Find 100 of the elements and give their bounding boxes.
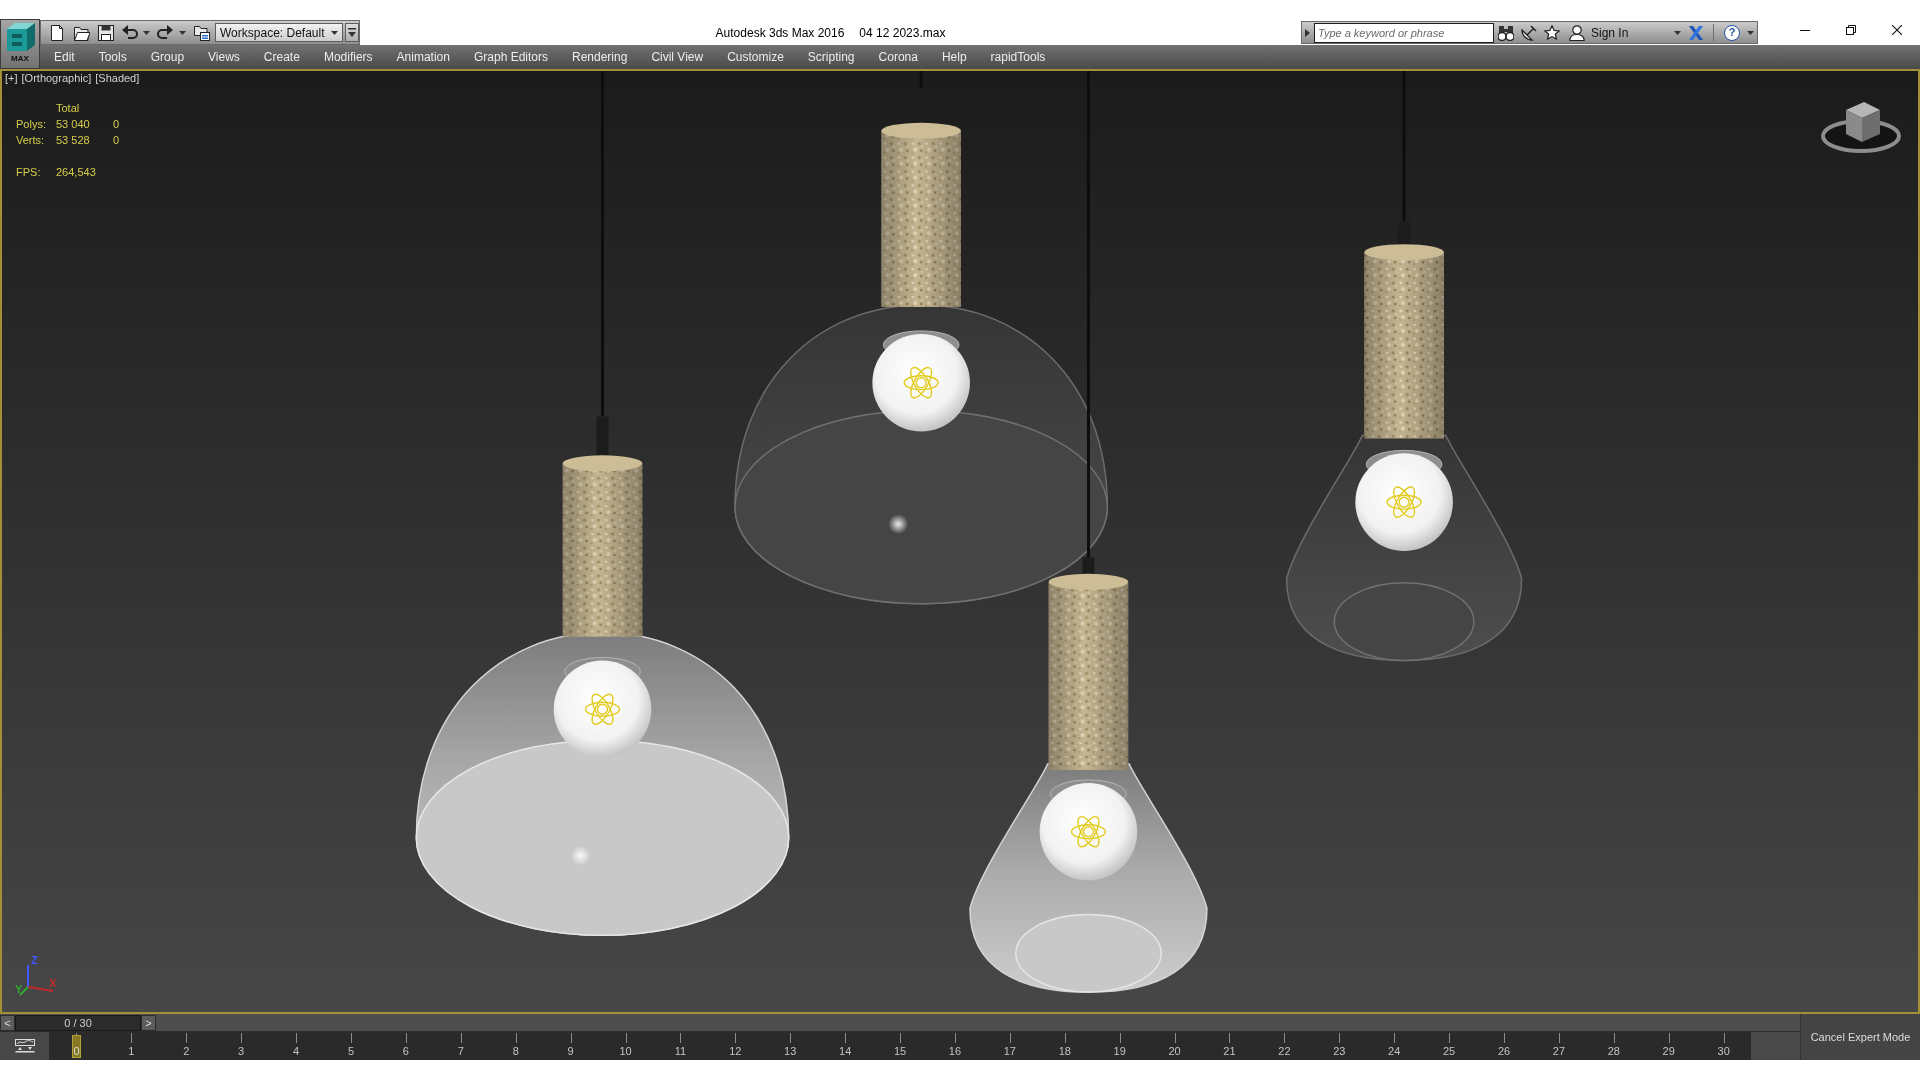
frame-number: 23 — [1332, 1044, 1347, 1058]
menu-item[interactable]: Customize — [715, 45, 796, 69]
viewport-label[interactable]: [Orthographic] — [21, 71, 92, 85]
stats-value: 53 528 — [56, 133, 91, 148]
stats-value: 0 — [113, 133, 120, 148]
frame-number: 3 — [237, 1044, 246, 1058]
viewport[interactable]: [+] [Orthographic] [Shaded] Total Polys: 53 040 0 Verts: 53 528 0 FPS: 264,543 Z X Y — [0, 69, 1920, 1014]
search-field[interactable]: Type a keyword or phrase — [1314, 22, 1494, 43]
viewport-label[interactable]: [Shaded] — [95, 71, 140, 85]
menu-item[interactable]: Help — [929, 45, 979, 69]
save-icon[interactable] — [98, 24, 114, 41]
next-frame-button[interactable]: > — [141, 1014, 156, 1031]
stats-label: Polys: — [16, 117, 47, 132]
close-icon — [1892, 25, 1902, 35]
x-mark-icon[interactable] — [1688, 24, 1704, 41]
stats-value: 0 — [113, 117, 120, 132]
light-helper-icon — [1386, 486, 1422, 518]
stats-header: Total — [56, 101, 81, 116]
previous-frame-button[interactable]: < — [0, 1014, 15, 1031]
caret-icon[interactable] — [179, 30, 186, 35]
frame-number: 18 — [1057, 1044, 1072, 1058]
frame-number: 1 — [127, 1044, 136, 1058]
menu-item[interactable]: Civil View — [639, 45, 716, 69]
sign-in-button[interactable]: Sign In — [1569, 24, 1629, 41]
frame-number: 6 — [401, 1044, 410, 1058]
frame-number: 14 — [838, 1044, 853, 1058]
stats-label: Verts: — [16, 133, 46, 148]
menu-item[interactable]: Modifiers — [311, 45, 385, 69]
frame-number: 4 — [292, 1044, 301, 1058]
menu-item[interactable]: rapidTools — [978, 45, 1058, 69]
caret-icon[interactable] — [143, 30, 150, 35]
frame-number: 30 — [1716, 1044, 1731, 1058]
toolbar-options-button[interactable] — [345, 23, 359, 42]
application-button[interactable]: MAX — [0, 19, 40, 69]
menu-item[interactable]: Scripting — [795, 45, 867, 69]
frame-number: 28 — [1606, 1044, 1621, 1058]
frame-number: 26 — [1496, 1044, 1512, 1058]
caret-icon[interactable] — [1747, 30, 1754, 35]
menu-item[interactable]: Views — [196, 45, 252, 69]
caret-icon — [331, 30, 338, 35]
menu-caret-icon — [348, 28, 356, 37]
frame-number: 9 — [566, 1044, 575, 1058]
menu-item[interactable]: Create — [251, 45, 312, 69]
menu-item[interactable]: Graph Editors — [461, 45, 560, 69]
time-slider-track[interactable]: < 0 / 30 > — [0, 1014, 1800, 1032]
curve-editor-icon — [14, 1038, 35, 1054]
frame-number: 19 — [1112, 1044, 1127, 1058]
stats-value: 264,543 — [56, 165, 97, 180]
frame-number: 12 — [728, 1044, 743, 1058]
frame-number: 2 — [182, 1044, 191, 1058]
frame-number: 0 — [72, 1035, 81, 1058]
app-logo-icon — [5, 23, 35, 51]
light-helper-icon — [1070, 816, 1107, 848]
app-title: Autodesk 3ds Max 2016 — [715, 25, 845, 40]
frame-number: 27 — [1551, 1044, 1567, 1058]
binoculars-icon[interactable] — [1498, 24, 1514, 41]
frame-number: 15 — [892, 1044, 908, 1058]
frame-number: 25 — [1442, 1044, 1457, 1058]
viewport-label[interactable]: [+] — [5, 71, 18, 85]
frame-number: 7 — [456, 1044, 465, 1058]
new-file-icon[interactable] — [49, 24, 65, 41]
workspace-dropdown[interactable]: Workspace: Default — [215, 23, 343, 42]
menu-item[interactable]: Rendering — [560, 45, 640, 69]
satellite-dish-icon[interactable] — [1521, 24, 1537, 41]
undo-icon[interactable] — [122, 24, 138, 41]
track-bar[interactable]: 0 1 2 3 4 5 6 7 8 9 10 11 12 13 14 15 16 17 18 19 20 21 22 23 24 25 26 27 28 29 30 — [49, 1032, 1751, 1060]
menu-item[interactable]: Group — [138, 45, 197, 69]
frame-number: 8 — [511, 1044, 520, 1058]
frame-number: 24 — [1387, 1044, 1402, 1058]
expand-arrow-icon[interactable] — [1305, 28, 1310, 37]
frame-number: 10 — [618, 1044, 633, 1058]
open-folder-icon[interactable] — [74, 24, 90, 41]
frame-number: 20 — [1167, 1044, 1182, 1058]
frame-number: 29 — [1661, 1044, 1676, 1058]
restore-icon — [1846, 25, 1856, 35]
minimize-icon — [1800, 29, 1810, 31]
frame-number: 21 — [1222, 1044, 1237, 1058]
redo-icon[interactable] — [157, 24, 173, 41]
star-icon[interactable] — [1544, 24, 1560, 41]
frame-number: 11 — [673, 1044, 688, 1058]
frame-number: 16 — [947, 1044, 963, 1058]
help-button[interactable]: ? — [1724, 24, 1740, 41]
user-icon — [1569, 24, 1585, 41]
menu-item[interactable]: Tools — [86, 45, 139, 69]
stats-label: FPS: — [16, 165, 42, 180]
time-slider-thumb[interactable]: 0 / 30 — [15, 1014, 141, 1031]
menu-item[interactable]: Animation — [384, 45, 462, 69]
stats-value: 53 040 — [56, 117, 91, 132]
caret-icon[interactable] — [1674, 30, 1681, 35]
project-folder-icon[interactable] — [194, 24, 210, 41]
cancel-expert-mode-button[interactable]: Cancel Expert Mode — [1800, 1014, 1920, 1060]
menu-item[interactable]: Corona — [866, 45, 930, 69]
frame-number: 22 — [1277, 1044, 1292, 1058]
frame-number: 13 — [783, 1044, 798, 1058]
light-helper-icon — [584, 693, 621, 726]
menu-item[interactable]: Edit — [42, 45, 87, 69]
frame-number: 5 — [346, 1044, 356, 1058]
frame-number: 17 — [1002, 1044, 1017, 1058]
light-helper-icon — [903, 366, 939, 399]
file-name: 04 12 2023.max — [859, 25, 946, 40]
